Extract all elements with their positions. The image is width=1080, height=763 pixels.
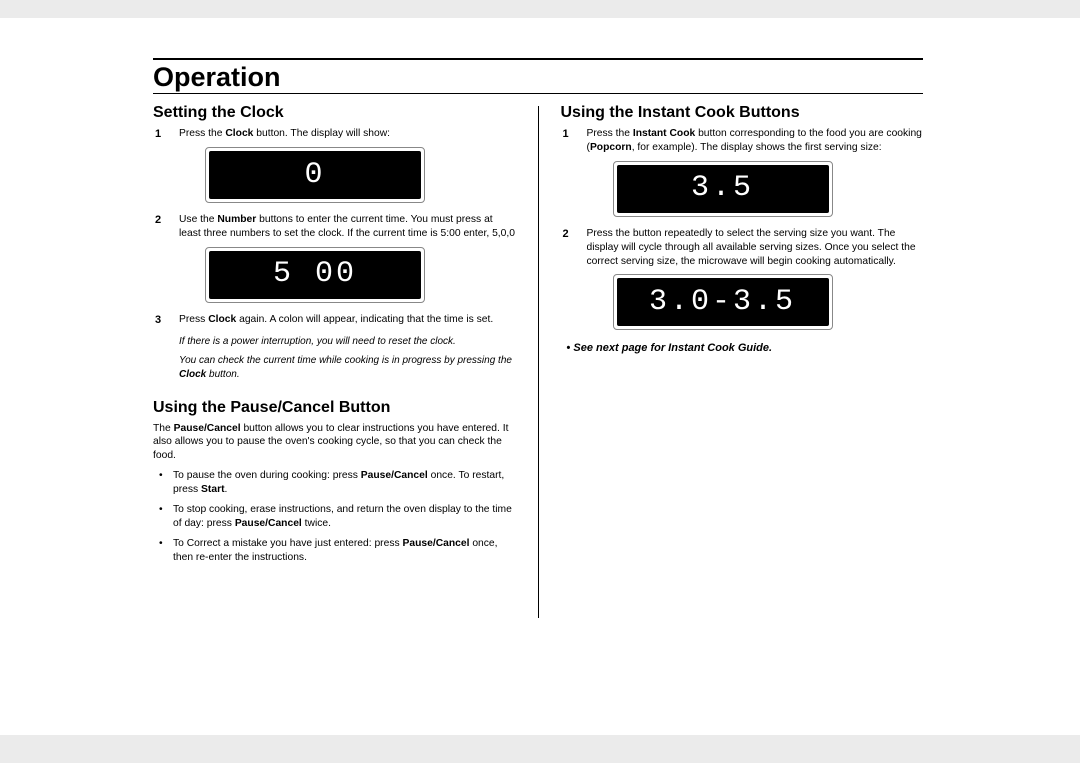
two-column-layout: Setting the Clock Press the Clock button… (153, 100, 923, 618)
manual-page: Operation Setting the Clock Press the Cl… (0, 0, 1080, 763)
text: Use the Number buttons to enter the curr… (179, 214, 515, 239)
heading-pause-cancel: Using the Pause/Cancel Button (153, 399, 516, 417)
heading-instant-cook: Using the Instant Cook Buttons (561, 104, 924, 122)
lcd-display-instant-2: 3.0-3.5 (613, 274, 833, 330)
page-edge-bottom (0, 735, 1080, 763)
text: Press the Instant Cook button correspond… (587, 128, 922, 153)
clock-notes: If there is a power interruption, you wi… (179, 335, 516, 382)
lcd-value: 5 00 (209, 251, 421, 299)
bullet-1: To pause the oven during cooking: press … (153, 469, 516, 497)
bullet-2: To stop cooking, erase instructions, and… (153, 503, 516, 531)
lcd-display-instant-1: 3.5 (613, 161, 833, 217)
heading-setting-clock: Setting the Clock (153, 104, 516, 122)
instant-cook-steps: Press the Instant Cook button correspond… (561, 127, 924, 330)
lcd-display-clock-2: 5 00 (205, 247, 425, 303)
lcd-value: 3.5 (617, 165, 829, 213)
instant-step-2: Press the button repeatedly to select th… (561, 227, 924, 331)
page-title: Operation (153, 63, 923, 91)
instant-step-1: Press the Instant Cook button correspond… (561, 127, 924, 217)
clock-steps: Press the Clock button. The display will… (153, 127, 516, 327)
note-1: If there is a power interruption, you wi… (179, 335, 516, 349)
rule-under-title (153, 93, 923, 94)
rule-top (153, 58, 923, 60)
lcd-display-clock-1: 0 (205, 147, 425, 203)
page-edge-top (0, 0, 1080, 18)
text: Press the button repeatedly to select th… (587, 228, 916, 267)
bullet-3: To Correct a mistake you have just enter… (153, 537, 516, 565)
clock-step-2: Use the Number buttons to enter the curr… (153, 213, 516, 303)
page-content: Operation Setting the Clock Press the Cl… (153, 58, 923, 618)
lcd-value: 0 (209, 151, 421, 199)
clock-step-1: Press the Clock button. The display will… (153, 127, 516, 203)
clock-step-3: Press Clock again. A colon will appear, … (153, 313, 516, 327)
left-column: Setting the Clock Press the Clock button… (153, 100, 516, 618)
column-divider (538, 106, 539, 618)
text: Press Clock again. A colon will appear, … (179, 314, 493, 325)
pause-cancel-intro: The Pause/Cancel button allows you to cl… (153, 422, 516, 464)
right-column: Using the Instant Cook Buttons Press the… (561, 100, 924, 618)
pause-cancel-bullets: To pause the oven during cooking: press … (153, 469, 516, 564)
text: Press the Clock button. The display will… (179, 128, 390, 139)
lcd-value: 3.0-3.5 (617, 278, 829, 326)
note-2: You can check the current time while coo… (179, 354, 516, 381)
see-next-page-note: See next page for Instant Cook Guide. (561, 342, 924, 354)
